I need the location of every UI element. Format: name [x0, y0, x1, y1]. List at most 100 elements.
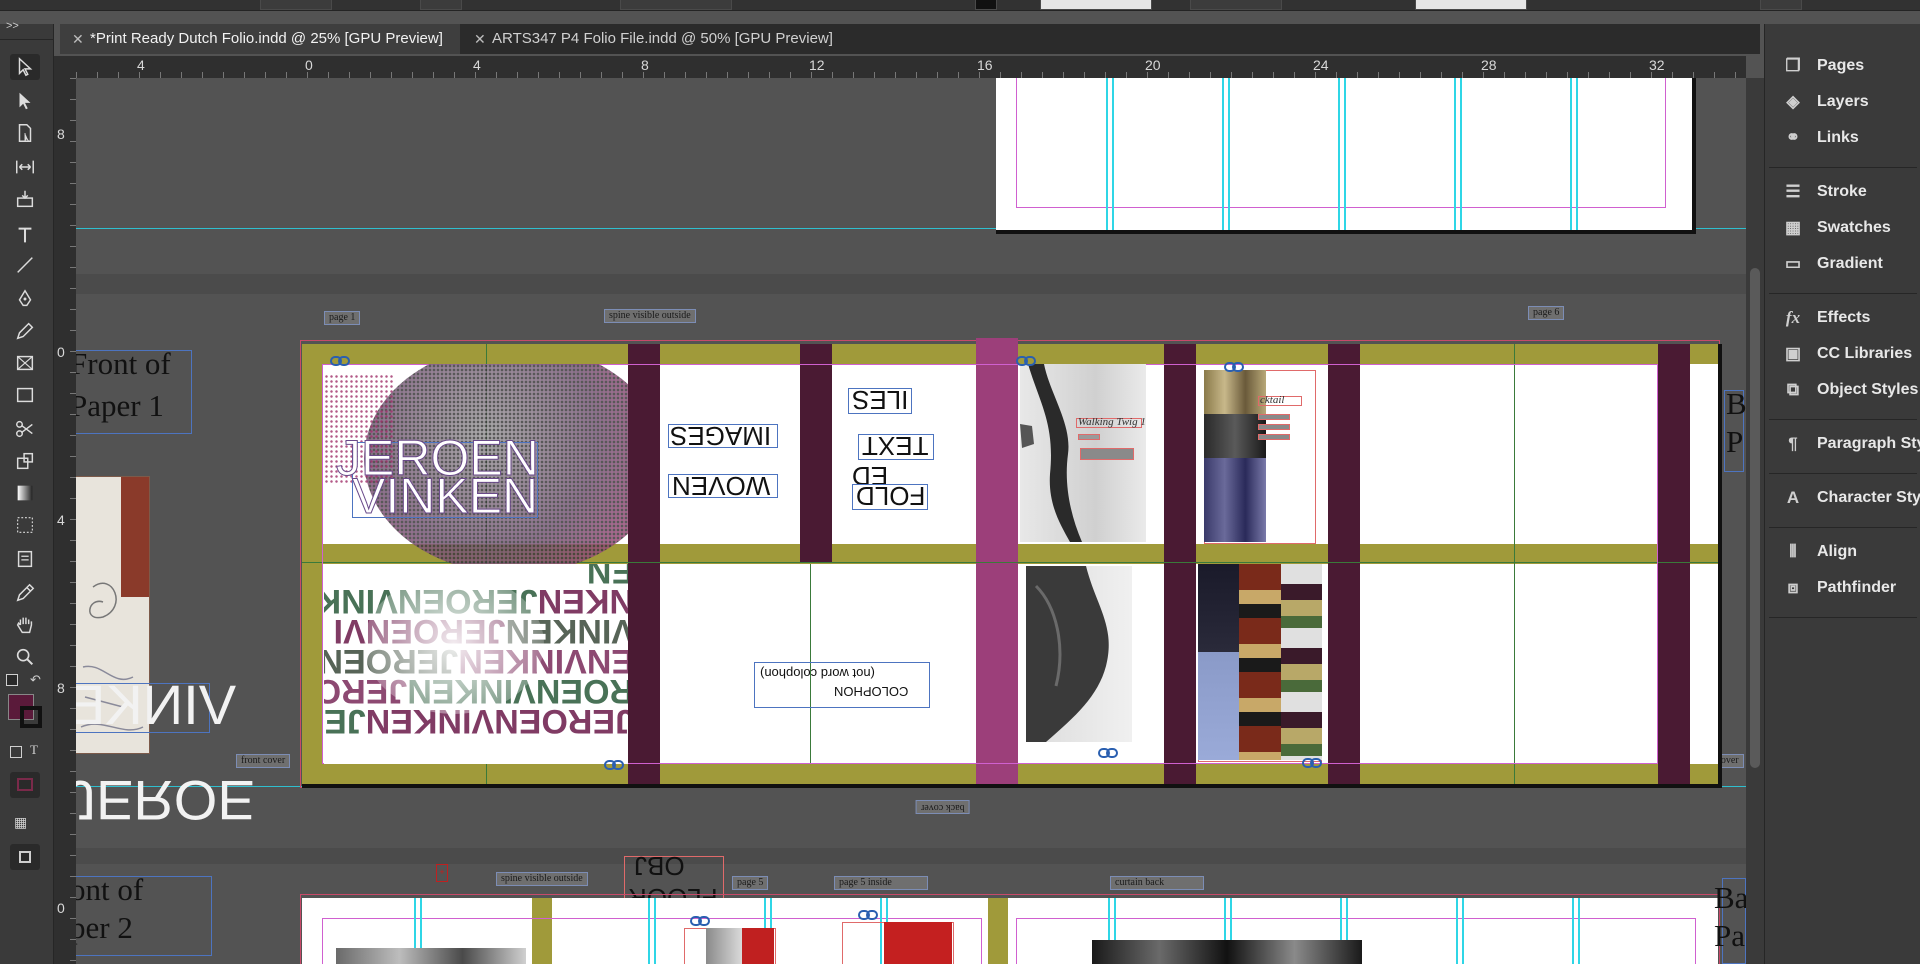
back-of-paper-label[interactable]: B	[1726, 386, 1746, 422]
mirrored-vinke-text[interactable]: VINKE	[76, 672, 236, 737]
panel-pages[interactable]: ❐ Pages	[1765, 51, 1920, 81]
panel-links[interactable]: ⚭ Links	[1765, 123, 1920, 153]
content-collector-tool-icon[interactable]	[10, 186, 40, 212]
text-text[interactable]: TEXT	[862, 430, 928, 461]
stroke-weight-field[interactable]	[1040, 0, 1152, 10]
panel-gradient[interactable]: ▭ Gradient	[1765, 249, 1920, 279]
images-text[interactable]: IMAGES	[670, 420, 771, 451]
overset-indicator-icon[interactable]: +	[436, 864, 448, 882]
link-icon[interactable]	[1302, 756, 1322, 768]
note-tool-icon[interactable]	[10, 546, 40, 572]
slug-front-cover[interactable]: front cover	[236, 754, 291, 768]
panel-align[interactable]: ⫴ Align	[1765, 537, 1920, 567]
panel-object-styles[interactable]: ⧉ Object Styles	[1765, 375, 1920, 405]
twig-closeup-image[interactable]	[1026, 566, 1132, 742]
tab-arts347-folio-file[interactable]: ✕ ARTS347 P4 Folio File.indd @ 50% [GPU …	[462, 24, 882, 54]
document-canvas[interactable]: page 1 spine visible outside page 6 fron…	[76, 78, 1746, 964]
front-of-paper-2-label[interactable]: ont of	[76, 872, 143, 908]
striped-curtain-image[interactable]	[1198, 564, 1322, 760]
woven-text[interactable]: WOVEN	[672, 470, 770, 501]
spine-column[interactable]	[1658, 344, 1690, 784]
link-icon[interactable]	[1098, 746, 1118, 758]
spread-bottom[interactable]	[302, 898, 1718, 964]
style-field[interactable]	[1415, 0, 1527, 10]
page-tool-icon[interactable]	[10, 120, 40, 146]
control-field[interactable]	[1760, 0, 1802, 10]
olive-band[interactable]	[988, 898, 1008, 964]
selection-tool-icon[interactable]	[10, 54, 40, 80]
walking-twig-caption[interactable]: Walking Twig 1	[1078, 416, 1146, 428]
tools-panel-expander[interactable]: >>	[6, 20, 19, 32]
link-icon[interactable]	[690, 914, 710, 926]
close-tab-icon[interactable]: ✕	[72, 24, 84, 54]
scrollbar-thumb[interactable]	[1750, 268, 1760, 768]
spread-main[interactable]: JEROEN VINKEN JEROENVINKENJEROENVINKENJE…	[302, 338, 1722, 788]
crumpled-paper-image[interactable]	[336, 948, 526, 964]
formatting-text-icon[interactable]: T	[30, 742, 38, 758]
stroke-swatch[interactable]	[975, 0, 997, 10]
text-frame[interactable]	[1078, 434, 1100, 440]
dark-texture-image[interactable]	[1092, 940, 1362, 964]
rectangle-frame-tool-icon[interactable]	[10, 350, 40, 376]
slug-page-5[interactable]: page 5	[732, 876, 769, 890]
iles-text[interactable]: ILES	[852, 384, 908, 415]
fold-text[interactable]: FOLD	[856, 480, 925, 511]
slug-page-1[interactable]: page 1	[324, 311, 361, 325]
stroke-swatch-icon[interactable]	[20, 706, 42, 728]
screen-mode-button[interactable]	[10, 844, 40, 870]
panel-character-styles[interactable]: A Character Styles	[1765, 483, 1920, 513]
text-frame[interactable]	[1258, 414, 1290, 420]
link-icon[interactable]	[330, 354, 350, 366]
zoom-field[interactable]	[1190, 0, 1282, 10]
ruler-origin[interactable]	[54, 56, 76, 78]
pencil-tool-icon[interactable]	[10, 318, 40, 344]
tab-print-ready-dutch-folio[interactable]: ✕ *Print Ready Dutch Folio.indd @ 25% [G…	[60, 24, 460, 54]
apply-none-icon[interactable]: ▦	[14, 814, 27, 831]
text-frame[interactable]	[1258, 434, 1290, 440]
link-icon[interactable]	[1224, 360, 1244, 372]
swap-fill-stroke-icon[interactable]: ↶	[30, 672, 41, 688]
gradient-swatch-tool-icon[interactable]	[10, 480, 40, 506]
jeroen-vinken-pattern-image[interactable]: JEROENVINKENJEROENVINKENJEROENVINKENJERO…	[324, 564, 628, 764]
hand-tool-icon[interactable]	[10, 612, 40, 638]
panel-pathfinder[interactable]: ⧈ Pathfinder	[1765, 573, 1920, 603]
slug-spine-visible-outside[interactable]: spine visible outside	[604, 309, 696, 323]
line-tool-icon[interactable]	[10, 252, 40, 278]
zoom-tool-icon[interactable]	[10, 644, 40, 670]
text-frame[interactable]	[1258, 424, 1290, 430]
slug-page-5-inside[interactable]: page 5 inside	[834, 876, 928, 890]
link-icon[interactable]	[1016, 354, 1036, 366]
link-icon[interactable]	[604, 758, 624, 770]
formatting-container-icon[interactable]	[10, 746, 22, 758]
spread-top-page[interactable]	[996, 78, 1696, 234]
panel-layers[interactable]: ◈ Layers	[1765, 87, 1920, 117]
control-field[interactable]	[420, 0, 462, 10]
colophon-note[interactable]: (not word colophon)	[760, 666, 875, 681]
back-of-paper-2-label[interactable]: Ba	[1714, 880, 1746, 916]
slug-back-cover-bottom[interactable]: back cover	[916, 800, 970, 814]
front-of-paper-2-label[interactable]: per 2	[76, 910, 133, 946]
rectangle-tool-icon[interactable]	[10, 382, 40, 408]
scissors-tool-icon[interactable]	[10, 416, 40, 442]
slug-curtain-back[interactable]: curtain back	[1110, 876, 1204, 890]
panel-swatches[interactable]: ▦ Swatches	[1765, 213, 1920, 243]
apply-color-button[interactable]	[10, 772, 40, 798]
type-tool-icon[interactable]	[10, 222, 40, 248]
text-frame[interactable]	[1080, 448, 1134, 460]
free-transform-tool-icon[interactable]	[10, 448, 40, 474]
default-fill-stroke-icon[interactable]	[6, 674, 18, 686]
obj-text[interactable]: OBJ	[634, 850, 685, 881]
eyedropper-tool-icon[interactable]	[10, 580, 40, 606]
front-of-paper-1-label[interactable]: Front of	[76, 346, 171, 382]
red-image[interactable]	[884, 922, 952, 964]
back-of-paper-2-label[interactable]: Pa	[1714, 918, 1745, 954]
gradient-feather-tool-icon[interactable]	[10, 512, 40, 538]
grey-image[interactable]	[706, 928, 742, 964]
panel-effects[interactable]: fx Effects	[1765, 303, 1920, 333]
panel-paragraph-styles[interactable]: ¶ Paragraph Styles	[1765, 429, 1920, 459]
gap-tool-icon[interactable]	[10, 154, 40, 180]
panel-stroke[interactable]: ☰ Stroke	[1765, 177, 1920, 207]
slug-page-6[interactable]: page 6	[1528, 306, 1565, 320]
close-tab-icon[interactable]: ✕	[474, 24, 486, 54]
vertical-scrollbar[interactable]	[1746, 78, 1764, 964]
